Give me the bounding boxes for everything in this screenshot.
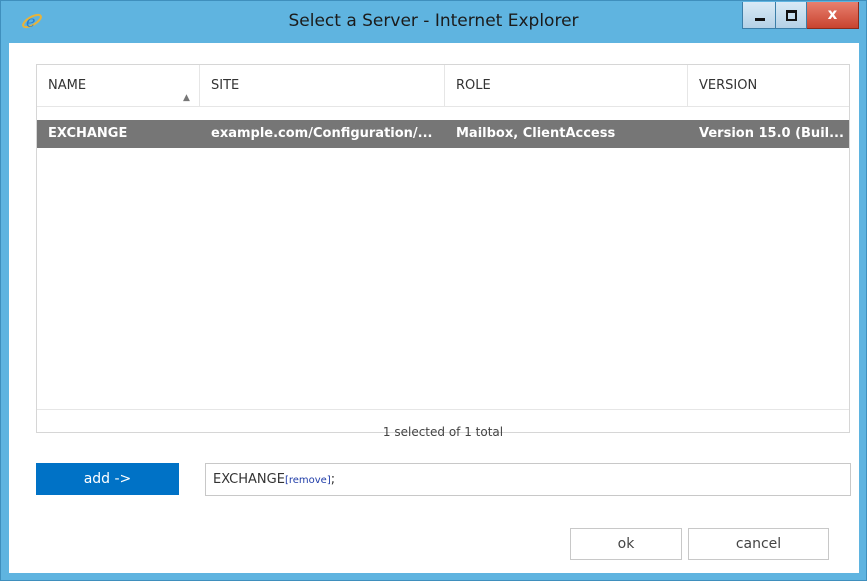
minimize-button[interactable] xyxy=(742,2,776,29)
cell-site: example.com/Configuration/... xyxy=(211,126,433,141)
cell-role: Mailbox, ClientAccess xyxy=(456,126,616,141)
sort-ascending-icon: ▲ xyxy=(183,93,190,103)
add-button[interactable]: add -> xyxy=(36,463,179,495)
close-button[interactable]: x xyxy=(807,2,859,29)
grid-header: NAME ▲ SITE ROLE VERSION xyxy=(37,65,849,107)
title-bar[interactable]: e Select a Server - Internet Explorer x xyxy=(1,1,866,43)
column-header-name[interactable]: NAME ▲ xyxy=(37,65,199,106)
ok-button[interactable]: ok xyxy=(570,528,682,560)
column-header-role[interactable]: ROLE xyxy=(445,65,687,106)
cell-name: EXCHANGE xyxy=(48,126,128,141)
dialog-content: NAME ▲ SITE ROLE VERSION EXCHANGE exampl… xyxy=(9,43,859,573)
column-header-site[interactable]: SITE xyxy=(200,65,444,106)
selected-servers-field[interactable]: EXCHANGE[remove]; xyxy=(205,463,851,496)
selection-status: 1 selected of 1 total xyxy=(382,425,504,439)
server-grid: NAME ▲ SITE ROLE VERSION EXCHANGE exampl… xyxy=(36,64,850,439)
maximize-button[interactable] xyxy=(776,2,807,29)
maximize-icon xyxy=(786,10,797,21)
table-row[interactable]: EXCHANGE example.com/Configuration/... M… xyxy=(37,120,849,148)
remove-link[interactable]: [remove] xyxy=(285,475,331,486)
cancel-button[interactable]: cancel xyxy=(688,528,829,560)
close-icon: x xyxy=(827,5,838,23)
column-label: NAME xyxy=(48,78,87,93)
window-title: Select a Server - Internet Explorer xyxy=(288,11,579,31)
column-header-version[interactable]: VERSION xyxy=(688,65,849,106)
selected-server-name: EXCHANGE xyxy=(213,472,285,487)
minimize-icon xyxy=(755,18,765,21)
cell-version: Version 15.0 (Buil... xyxy=(699,126,844,141)
selection-separator: ; xyxy=(330,472,336,487)
dialog-window: e Select a Server - Internet Explorer x … xyxy=(0,0,867,581)
